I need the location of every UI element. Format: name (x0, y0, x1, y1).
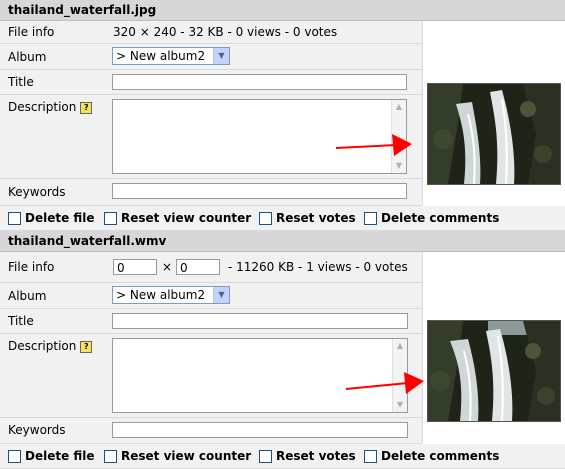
description-label: Description? (8, 100, 93, 114)
title-label: Title (8, 314, 34, 328)
width-input[interactable]: 0 (113, 259, 157, 275)
option-label: Reset view counter (121, 211, 252, 225)
option-label: Reset view counter (121, 449, 252, 463)
reset-view-counter-checkbox[interactable]: Reset view counter (104, 211, 251, 225)
checkbox[interactable] (364, 211, 377, 225)
title-input[interactable] (112, 74, 407, 90)
file-options: Delete file Reset view counter Reset vot… (0, 206, 565, 231)
description-label-text: Description (8, 100, 77, 114)
help-icon[interactable]: ? (80, 340, 93, 353)
keywords-row: Keywords (0, 179, 422, 206)
album-select-value: > New album2 (116, 288, 206, 302)
annotation-arrow (345, 372, 424, 394)
file-info-label: File info (8, 25, 55, 39)
file-name: thailand_waterfall.jpg (8, 3, 157, 17)
file-info-row: File info 320 × 240 - 32 KB - 0 views - … (0, 21, 422, 44)
scroll-down-icon[interactable]: ▼ (392, 159, 406, 173)
delete-file-checkbox[interactable]: Delete file (8, 211, 95, 225)
annotation-arrow (335, 134, 412, 156)
chevron-down-icon[interactable]: ▼ (213, 287, 229, 303)
checkbox[interactable] (259, 449, 272, 463)
checkbox[interactable] (259, 211, 272, 225)
times-sign: × (162, 260, 173, 274)
waterfall-thumbnail[interactable] (427, 83, 561, 185)
file-header: thailand_waterfall.jpg (0, 0, 565, 21)
file-info-value: - 11260 KB - 1 views - 0 votes (228, 260, 408, 274)
title-row: Title (0, 70, 422, 95)
option-label: Reset votes (276, 449, 356, 463)
file-info-value: 320 × 240 - 32 KB - 0 views - 0 votes (113, 25, 338, 39)
option-label: Delete comments (381, 211, 500, 225)
file-info-row: File info 0 × 0 - 11260 KB - 1 views - 0… (0, 252, 422, 283)
keywords-input[interactable] (112, 183, 407, 199)
checkbox[interactable] (8, 211, 21, 225)
reset-view-counter-checkbox[interactable]: Reset view counter (104, 449, 251, 463)
waterfall-image (428, 84, 560, 185)
delete-comments-checkbox[interactable]: Delete comments (364, 211, 499, 225)
delete-comments-checkbox[interactable]: Delete comments (364, 449, 499, 463)
waterfall-thumbnail[interactable] (427, 320, 561, 422)
keywords-row: Keywords (0, 418, 422, 444)
height-input[interactable]: 0 (176, 259, 220, 275)
delete-file-checkbox[interactable]: Delete file (8, 449, 95, 463)
scroll-up-icon[interactable]: ▲ (393, 339, 407, 353)
keywords-label: Keywords (8, 185, 66, 199)
file-options: Delete file Reset view counter Reset vot… (0, 444, 565, 469)
reset-votes-checkbox[interactable]: Reset votes (259, 211, 356, 225)
keywords-input[interactable] (112, 422, 408, 438)
option-label: Delete comments (381, 449, 500, 463)
album-row: Album > New album2 ▼ (0, 44, 422, 70)
reset-votes-checkbox[interactable]: Reset votes (259, 449, 356, 463)
description-label: Description? (8, 339, 93, 353)
help-icon[interactable]: ? (80, 101, 93, 114)
description-label-text: Description (8, 339, 77, 353)
file-name: thailand_waterfall.wmv (8, 234, 167, 248)
thumbnail-column (422, 252, 565, 443)
title-label: Title (8, 75, 34, 89)
option-label: Reset votes (276, 211, 356, 225)
checkbox[interactable] (8, 449, 21, 463)
option-label: Delete file (25, 449, 95, 463)
scroll-down-icon[interactable]: ▼ (393, 398, 407, 412)
album-row: Album > New album2 ▼ (0, 283, 422, 309)
option-label: Delete file (25, 211, 95, 225)
thumbnail-column (422, 21, 565, 205)
file-header: thailand_waterfall.wmv (0, 231, 565, 252)
waterfall-image (428, 321, 560, 422)
album-label: Album (8, 289, 47, 303)
file-info-label: File info (8, 260, 55, 274)
checkbox[interactable] (364, 449, 377, 463)
album-select[interactable]: > New album2 ▼ (112, 286, 230, 304)
album-label: Album (8, 50, 47, 64)
title-input[interactable] (112, 313, 408, 329)
checkbox[interactable] (104, 211, 117, 225)
album-select-value: > New album2 (116, 49, 206, 63)
keywords-label: Keywords (8, 423, 66, 437)
chevron-down-icon[interactable]: ▼ (213, 48, 229, 64)
checkbox[interactable] (104, 449, 117, 463)
title-row: Title (0, 309, 422, 334)
album-select[interactable]: > New album2 ▼ (112, 47, 230, 65)
scroll-up-icon[interactable]: ▲ (392, 100, 406, 114)
